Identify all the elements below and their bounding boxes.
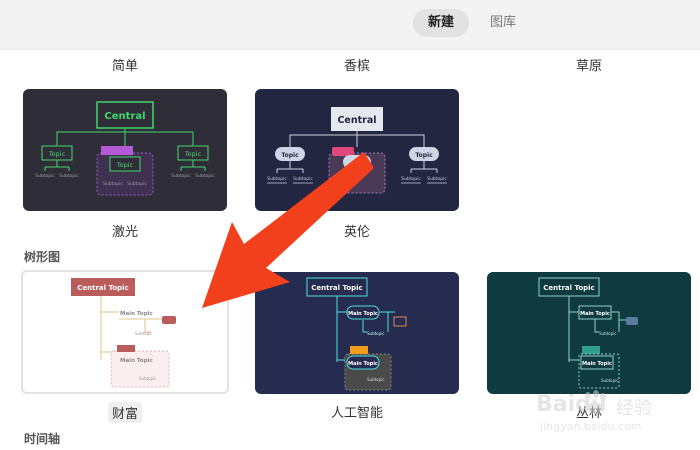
fortune-thumbnail: Central Topic Main Topic Subtopic Main T…: [71, 278, 176, 388]
svg-text:Subtopic: Subtopic: [267, 176, 287, 182]
laser-thumbnail: Central Topic Topic Topic Subtopic Subto…: [35, 101, 215, 196]
svg-text:Subtopic: Subtopic: [139, 376, 156, 381]
theme-label-british[interactable]: 英伦: [255, 221, 459, 240]
jungle-central-text: Central Topic: [543, 284, 594, 292]
watermark-url: jingyan.baidu.com: [540, 420, 642, 433]
svg-text:Main Topic: Main Topic: [120, 358, 153, 364]
svg-text:Subtopic: Subtopic: [135, 331, 152, 336]
watermark-brand: Baidu: [536, 392, 607, 417]
british-central-text: Central: [337, 115, 376, 126]
svg-text:Subtopic: Subtopic: [427, 176, 447, 182]
svg-text:Main Topic: Main Topic: [120, 311, 153, 317]
svg-text:Subtopic: Subtopic: [601, 378, 618, 383]
svg-text:Subtopic: Subtopic: [127, 181, 147, 187]
svg-text:Subtopic: Subtopic: [599, 331, 616, 336]
ai-thumbnail: Central Topic Main Topic Subtopic Main T…: [306, 277, 407, 391]
svg-text:Subtopic: Subtopic: [367, 377, 384, 382]
svg-text:Subtopic: Subtopic: [401, 176, 421, 182]
theme-card-ai[interactable]: Central Topic Main Topic Subtopic Main T…: [255, 272, 459, 394]
top-bar: 新建 图库: [0, 0, 700, 50]
fortune-central-text: Central Topic: [77, 284, 128, 292]
theme-card-laser[interactable]: Central Topic Topic Topic Subtopic Subto…: [23, 89, 227, 211]
tab-new[interactable]: 新建: [413, 9, 470, 37]
baidu-watermark: Baidu 经验 jingyan.baidu.com: [530, 388, 690, 438]
theme-label-laser[interactable]: 激光: [23, 221, 227, 240]
svg-text:Topic: Topic: [281, 152, 299, 159]
theme-label-simple[interactable]: 简单: [55, 55, 195, 74]
theme-label-champagne[interactable]: 香槟: [287, 55, 427, 74]
theme-label-ai[interactable]: 人工智能: [255, 402, 459, 421]
svg-text:Topic: Topic: [116, 161, 134, 169]
svg-text:Main Topic: Main Topic: [348, 361, 378, 367]
svg-text:Subtopic: Subtopic: [103, 181, 123, 187]
theme-label-grassland[interactable]: 草原: [519, 55, 659, 74]
british-thumbnail: Central Topic Topic Subtopic Subtopic Su…: [267, 107, 447, 194]
svg-text:Main Topic: Main Topic: [580, 311, 610, 317]
jungle-thumbnail: Central Topic Main Topic Subtopic Main T…: [538, 277, 638, 389]
svg-text:Subtopic: Subtopic: [59, 173, 79, 179]
theme-label-fortune[interactable]: 财富: [23, 402, 227, 423]
svg-text:Main Topic: Main Topic: [582, 361, 612, 367]
svg-text:Topic: Topic: [48, 150, 66, 158]
theme-card-fortune[interactable]: Central Topic Main Topic Subtopic Main T…: [21, 270, 229, 394]
svg-text:Subtopic: Subtopic: [293, 176, 313, 182]
svg-text:Topic: Topic: [184, 150, 202, 158]
svg-text:Subtopic: Subtopic: [195, 173, 215, 179]
ai-central-text: Central Topic: [311, 284, 362, 292]
svg-text:Main Topic: Main Topic: [348, 311, 378, 317]
section-title-tree: 树形图: [24, 250, 61, 264]
section-title-timeline: 时间轴: [24, 432, 61, 446]
svg-text:Subtopic: Subtopic: [35, 173, 55, 179]
svg-text:Subtopic: Subtopic: [171, 173, 191, 179]
svg-text:Subtopic: Subtopic: [367, 331, 384, 336]
svg-text:Topic: Topic: [415, 152, 433, 159]
theme-card-jungle[interactable]: Central Topic Main Topic Subtopic Main T…: [487, 272, 691, 394]
watermark-suffix: 经验: [616, 398, 652, 419]
laser-central-text: Central: [104, 111, 145, 122]
theme-card-british[interactable]: Central Topic Topic Subtopic Subtopic Su…: [255, 89, 459, 211]
tab-gallery[interactable]: 图库: [475, 9, 531, 37]
